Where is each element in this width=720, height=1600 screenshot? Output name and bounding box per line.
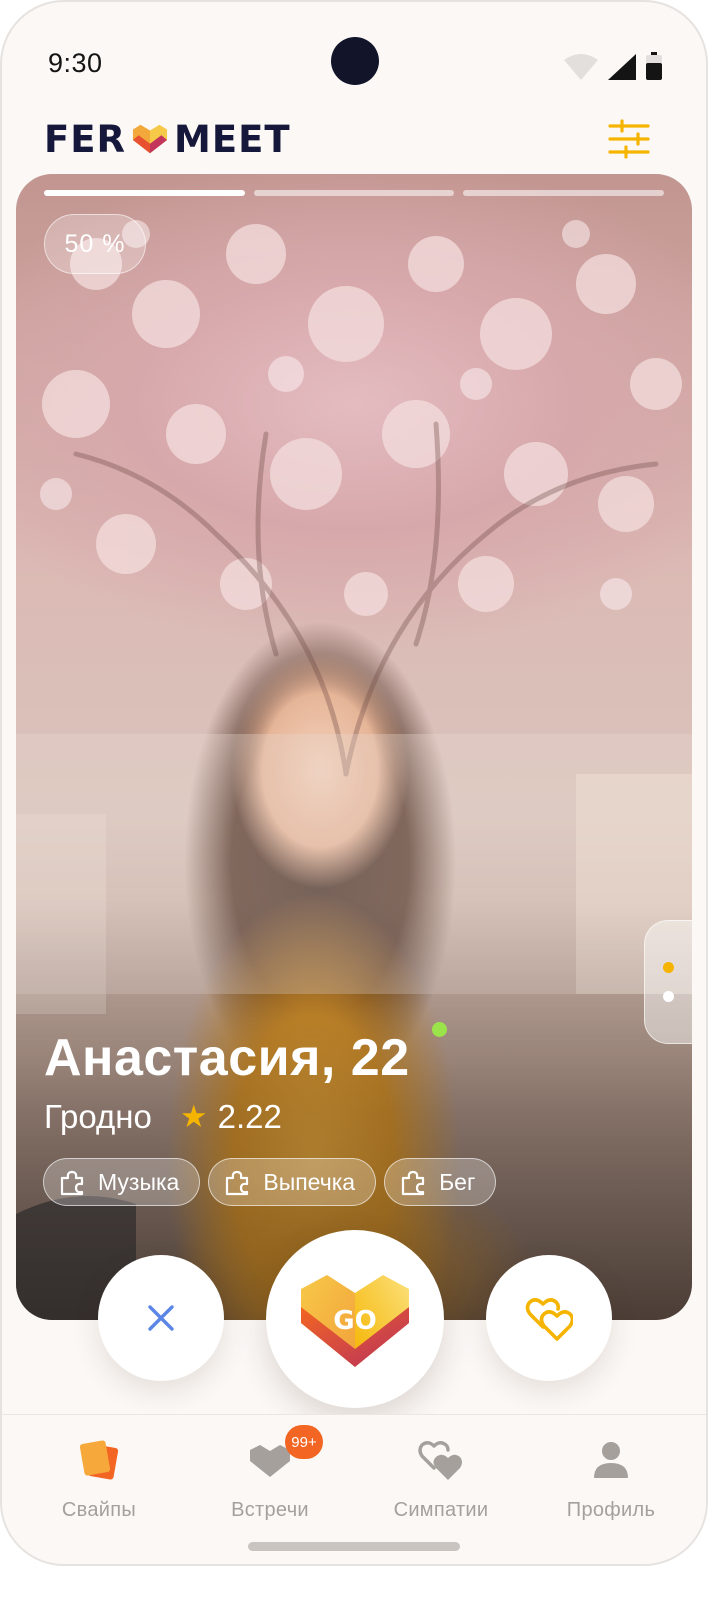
- close-icon: [148, 1305, 174, 1331]
- nav-item-meetings[interactable]: 99+ Встречи: [200, 1425, 340, 1522]
- signal-icon: [608, 54, 636, 80]
- dislike-button[interactable]: [98, 1255, 224, 1381]
- nav-item-profile[interactable]: Профиль: [541, 1435, 681, 1522]
- nav-item-likes[interactable]: Симпатии: [371, 1435, 511, 1522]
- profile-meta: Гродно ★ 2.22: [44, 1098, 282, 1136]
- notification-badge: 99+: [285, 1425, 323, 1459]
- like-button[interactable]: [486, 1255, 612, 1381]
- nav-label: Свайпы: [61, 1499, 137, 1521]
- nav-item-swipes[interactable]: Свайпы: [29, 1435, 169, 1522]
- photo-progress: [44, 190, 665, 196]
- star-icon: ★: [179, 1099, 208, 1134]
- status-time: 9:30: [48, 48, 103, 78]
- profile-city: Гродно: [44, 1098, 152, 1135]
- heart-box-logo-icon: [132, 124, 168, 154]
- photo-progress-segment: [463, 190, 665, 196]
- interest-tag[interactable]: Бег: [384, 1158, 497, 1206]
- photo-progress-segment: [44, 190, 245, 196]
- puzzle-icon: [226, 1170, 249, 1196]
- front-camera: [331, 37, 379, 85]
- side-pager[interactable]: [644, 920, 692, 1044]
- cards-icon: [79, 1440, 119, 1480]
- puzzle-icon: [401, 1170, 425, 1196]
- interest-label: Выпечка: [263, 1168, 356, 1195]
- profile-name-age: Анастасия, 22: [44, 1029, 410, 1087]
- status-icons: [564, 52, 662, 80]
- profile-rating: 2.22: [217, 1098, 282, 1135]
- go-button[interactable]: GO: [266, 1230, 444, 1408]
- match-percent-badge: 50 %: [44, 214, 146, 274]
- home-indicator[interactable]: [248, 1542, 460, 1551]
- pager-dot: [663, 991, 674, 1002]
- nav-label: Встречи: [231, 1499, 309, 1521]
- profile-card[interactable]: 50 % Анастасия, 22 Гродно ★ 2.22 Музыка …: [16, 174, 692, 1320]
- phone-screen: 9:30 FER MEET 50 % Анастасия, 22 Гродно …: [0, 0, 708, 1566]
- user-icon: [594, 1442, 628, 1478]
- interest-label: Бег: [439, 1168, 476, 1195]
- sliders-icon[interactable]: [608, 118, 650, 160]
- app-logo: FER MEET: [44, 117, 291, 161]
- pager-dot-active: [663, 962, 674, 973]
- photo-progress-segment: [253, 190, 455, 196]
- nav-label: Симпатии: [393, 1499, 489, 1521]
- double-heart-icon: [418, 1441, 462, 1480]
- interest-tag[interactable]: Выпечка: [208, 1158, 377, 1206]
- online-indicator: [432, 1022, 447, 1037]
- logo-text-right: MEET: [174, 117, 291, 161]
- battery-icon: [646, 52, 662, 80]
- go-label: GO: [333, 1306, 376, 1336]
- interest-tag[interactable]: Музыка: [43, 1158, 201, 1206]
- go-heart-icon: GO: [301, 1275, 409, 1367]
- nav-label: Профиль: [566, 1499, 656, 1521]
- hearts-icon: [525, 1298, 573, 1341]
- interest-label: Музыка: [98, 1168, 180, 1195]
- puzzle-icon: [60, 1170, 84, 1196]
- wifi-icon: [564, 54, 598, 80]
- logo-text-left: FER: [44, 117, 127, 161]
- interest-tags: Музыка Выпечка Бег: [43, 1158, 497, 1206]
